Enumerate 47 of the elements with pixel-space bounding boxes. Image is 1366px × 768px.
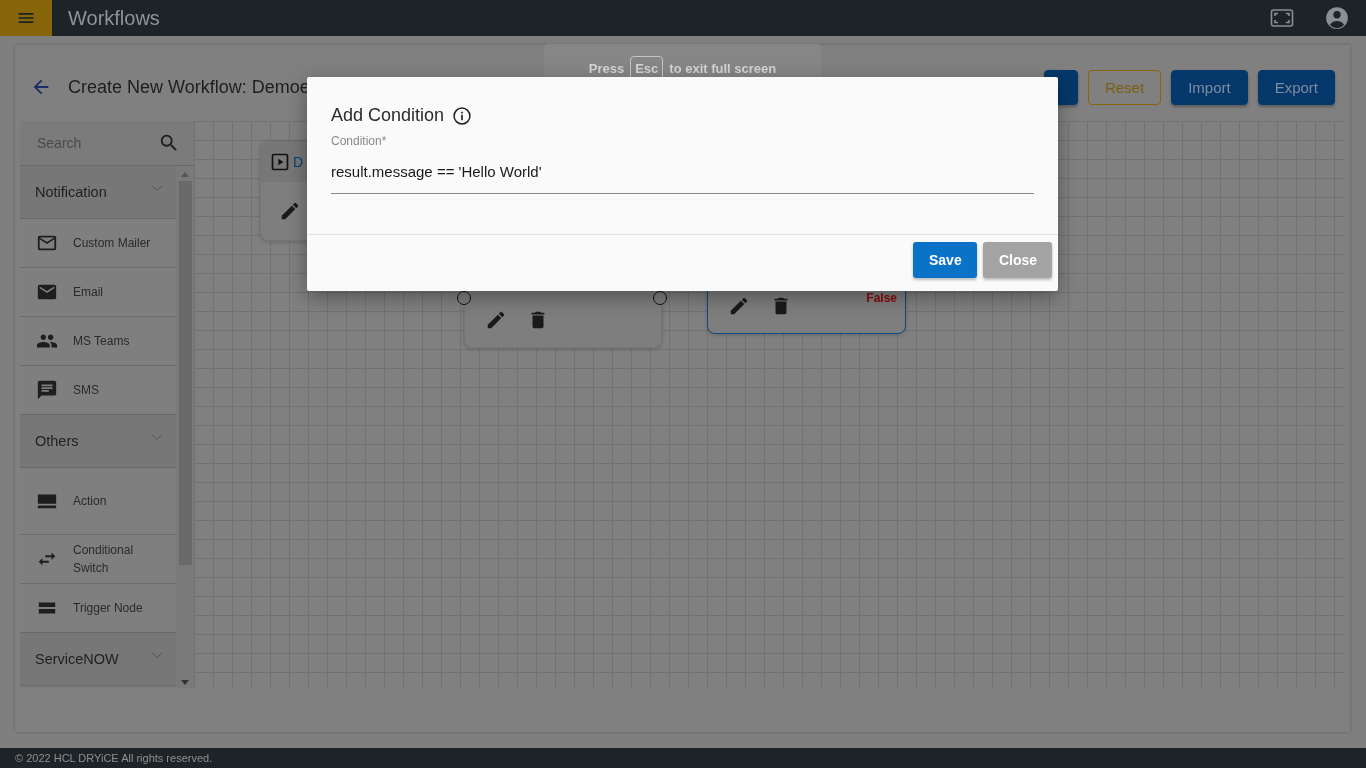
- menu-button[interactable]: [0, 0, 52, 36]
- node-title: D: [293, 154, 304, 170]
- connector-port[interactable]: [457, 291, 471, 305]
- palette-item[interactable]: MS Teams: [20, 317, 176, 366]
- chat-bubble-icon: [36, 379, 58, 401]
- item-label: Email: [73, 284, 104, 301]
- palette-item[interactable]: Conditional Switch: [20, 535, 176, 584]
- fullscreen-icon[interactable]: [1270, 6, 1294, 30]
- group-label: Others: [35, 433, 79, 449]
- item-label: MS Teams: [73, 333, 131, 350]
- edit-icon[interactable]: [279, 200, 301, 222]
- edit-icon[interactable]: [728, 295, 750, 317]
- palette-group-header[interactable]: Notification: [20, 166, 176, 219]
- page-title: Create New Workflow: Demoe: [68, 76, 310, 98]
- group-label: ServiceNOW: [35, 651, 119, 667]
- field-label: Condition*: [331, 134, 388, 148]
- branch-label: False: [866, 291, 897, 305]
- toolbar-button[interactable]: Export: [1257, 69, 1335, 105]
- close-button[interactable]: Close: [983, 241, 1052, 278]
- palette-item[interactable]: SMS: [20, 366, 176, 415]
- item-label: Action: [73, 493, 108, 510]
- condition-field[interactable]: result.message == 'Hello World': [331, 148, 1034, 193]
- save-button[interactable]: Save: [913, 241, 977, 278]
- info-icon[interactable]: [452, 105, 473, 126]
- account-icon[interactable]: [1324, 5, 1350, 31]
- item-label: Conditional Switch: [73, 542, 135, 577]
- item-label: Custom Mailer: [73, 235, 152, 252]
- palette-item[interactable]: Action: [20, 468, 176, 535]
- footer-text: © 2022 HCL DRYiCE All rights reserved.: [0, 748, 1366, 768]
- palette-item[interactable]: Custom Mailer: [20, 219, 176, 268]
- toolbar-button[interactable]: Import: [1171, 69, 1248, 105]
- scroll-down-icon[interactable]: [181, 680, 189, 685]
- palette-group-header[interactable]: Others: [20, 415, 176, 468]
- palette-item[interactable]: Email: [20, 268, 176, 317]
- dialog-title: Add Condition: [331, 105, 445, 126]
- item-label: SMS: [73, 382, 100, 399]
- notice-text: to exit full screen: [669, 60, 777, 76]
- palette-group-header[interactable]: ServiceNOW: [20, 633, 176, 686]
- palette-item[interactable]: Trigger Node: [20, 584, 176, 633]
- play-box-icon: [270, 152, 290, 172]
- item-label: Trigger Node: [73, 600, 144, 617]
- connector-port[interactable]: [653, 291, 667, 305]
- app-title: Workflows: [68, 6, 160, 30]
- notice-text: Press: [588, 60, 625, 76]
- group-label: Notification: [35, 184, 107, 200]
- search-icon[interactable]: [158, 132, 180, 154]
- edit-icon[interactable]: [485, 309, 507, 331]
